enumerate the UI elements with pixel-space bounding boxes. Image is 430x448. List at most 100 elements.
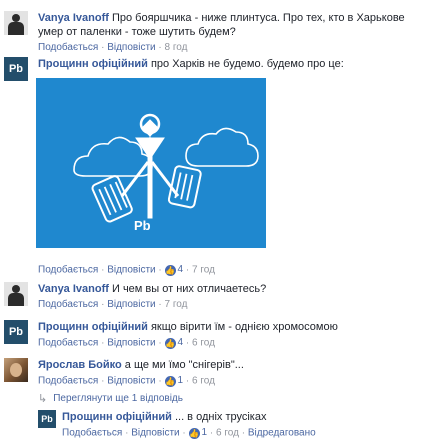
comment-time[interactable]: 6 год — [192, 338, 215, 349]
meta-separator: · — [158, 42, 162, 53]
comment-author[interactable]: Прощинн офіційний — [38, 58, 148, 70]
comment-content: Vanya Ivanoff И чем вы от них отличаетес… — [38, 282, 410, 312]
hand-right-icon — [167, 165, 202, 209]
avatar[interactable] — [4, 282, 28, 306]
comment-text: Ярослав Бойко а ще ми їмо "снігерів"... — [38, 358, 410, 372]
avatar-body — [8, 293, 24, 306]
comment-content: Vanya Ivanoff Про бояршчика - ниже плинт… — [38, 11, 410, 55]
comment-meta: Подобається · Відповісти · 7 год — [38, 298, 410, 312]
reactions[interactable]: 👍 4 — [164, 336, 184, 350]
cloud-right-icon — [185, 127, 259, 167]
like-link[interactable]: Подобається — [38, 376, 98, 387]
avatar-logo-text: Pb — [8, 326, 24, 338]
comment-text: Прощинн офіційний ... в одніх трусіках — [62, 410, 422, 424]
avatar[interactable] — [4, 11, 28, 35]
meta-separator: · — [241, 427, 246, 439]
view-more-replies-label: Переглянути ще 1 відповідь — [53, 393, 183, 404]
view-more-replies-link[interactable]: ↳ Переглянути ще 1 відповідь — [38, 392, 183, 406]
comment-image-attachment[interactable]: Pb — [36, 78, 266, 248]
reaction-count: 1 — [177, 375, 184, 386]
like-icon: 👍 — [164, 337, 176, 349]
comment-content: Ярослав Бойко а ще ми їмо "снігерів"... … — [38, 358, 410, 389]
meta-separator: · — [158, 337, 162, 349]
comment-text: Vanya Ivanoff Про бояршчика - ниже плинт… — [38, 11, 410, 25]
reactions[interactable]: 👍 1 — [164, 374, 184, 388]
like-link[interactable]: Подобається — [38, 265, 98, 276]
comment-body: а ще ми їмо "снігерів"... — [124, 359, 244, 371]
like-link[interactable]: Подобається — [38, 42, 98, 53]
edited-link[interactable]: Відредаговано — [248, 428, 316, 439]
meta-separator: · — [101, 299, 105, 310]
comment-author[interactable]: Ярослав Бойко — [38, 359, 122, 371]
comment-vanya-1: Vanya Ivanoff Про бояршчика - ниже плинт… — [4, 11, 410, 55]
reactions[interactable]: 👍 1 — [188, 426, 208, 440]
meta-separator: · — [158, 264, 162, 276]
avatar[interactable]: Pb — [38, 410, 56, 428]
reply-link[interactable]: Відповісти — [131, 428, 179, 439]
avatar-logo-text: Pb — [8, 63, 24, 75]
comment-text: Vanya Ivanoff И чем вы от них отличаетес… — [38, 282, 410, 296]
avatar-logo-text: Pb — [41, 414, 53, 424]
meta-separator: · — [182, 427, 186, 439]
comment-meta: Подобається · Відповісти · 👍 1 · 6 год ·… — [62, 426, 422, 441]
comment-proshchynn-2: Pb Прощинн офіційний якщо вірити їм - од… — [4, 320, 410, 351]
hand-left-icon — [91, 175, 133, 223]
reply-link[interactable]: Відповісти — [107, 338, 155, 349]
meta-separator: · — [101, 264, 105, 276]
meta-separator: · — [101, 42, 105, 53]
comment-text: Прощинн офіційний про Харків не будемо. … — [38, 57, 410, 71]
tool-icon — [135, 119, 165, 219]
meta-separator: · — [158, 299, 162, 310]
reply-link[interactable]: Відповісти — [107, 42, 155, 53]
comment-time[interactable]: 6 год — [216, 428, 239, 439]
avatar-body — [8, 22, 24, 35]
comment-content: Прощинн офіційний якщо вірити їм - одніє… — [38, 320, 410, 351]
avatar[interactable] — [4, 358, 28, 382]
meta-separator: · — [125, 427, 129, 439]
comment-author[interactable]: Vanya Ivanoff — [38, 12, 109, 24]
like-icon: 👍 — [164, 375, 176, 387]
meta-separator: · — [158, 375, 162, 387]
comment-text-line2: умер от паленки - тоже шутить будем? — [38, 26, 236, 38]
meta-separator: · — [185, 337, 190, 349]
comment-author[interactable]: Прощинн офіційний — [38, 321, 148, 333]
reply-link[interactable]: Відповісти — [107, 299, 155, 310]
comment-meta: Подобається · Відповісти · 👍 4 · 7 год — [38, 263, 215, 278]
avatar-head — [12, 14, 20, 22]
attachment-logo-text: Pb — [134, 218, 151, 233]
avatar[interactable]: Pb — [4, 320, 28, 344]
meta-separator: · — [101, 375, 105, 387]
comment-meta: Подобається · Відповісти · 👍 1 · 6 год — [38, 374, 410, 389]
reaction-count: 1 — [201, 427, 208, 438]
avatar-head — [12, 285, 20, 293]
meta-separator: · — [101, 337, 105, 349]
reaction-count: 4 — [177, 264, 184, 275]
comment-vanya-2: Vanya Ivanoff И чем вы от них отличаетес… — [4, 282, 410, 312]
reaction-count: 4 — [177, 337, 184, 348]
avatar-face — [10, 363, 22, 377]
comment-body: про Харків не будемо. будемо про це: — [150, 58, 344, 70]
like-icon: 👍 — [188, 427, 200, 439]
like-link[interactable]: Подобається — [38, 299, 98, 310]
comment-author[interactable]: Прощинн офіційний — [62, 411, 172, 423]
comment-meta: Подобається · Відповісти · 👍 4 · 6 год — [38, 336, 410, 351]
comment-time[interactable]: 6 год — [192, 376, 215, 387]
like-link[interactable]: Подобається — [62, 428, 122, 439]
comment-time[interactable]: 7 год — [192, 265, 215, 276]
comment-text: Прощинн офіційний якщо вірити їм - одніє… — [38, 320, 410, 334]
meta-separator: · — [185, 375, 190, 387]
like-icon: 👍 — [164, 264, 176, 276]
like-link[interactable]: Подобається — [38, 338, 98, 349]
comment-time[interactable]: 7 год — [165, 299, 188, 310]
avatar[interactable]: Pb — [4, 57, 28, 81]
comment-meta: Подобається · Відповісти · 8 год — [38, 41, 410, 55]
ribbon-left-icon — [120, 161, 150, 197]
reply-link[interactable]: Відповісти — [107, 376, 155, 387]
comment-text-line1: Про бояршчика - ниже плинтуса. Про тех, … — [111, 12, 405, 24]
comment-body: И чем вы от них отличаетесь? — [111, 283, 267, 295]
reply-link[interactable]: Відповісти — [107, 265, 155, 276]
comment-author[interactable]: Vanya Ivanoff — [38, 283, 109, 295]
reply-arrow-icon: ↳ — [38, 393, 48, 405]
reactions[interactable]: 👍 4 — [164, 263, 184, 277]
comment-time[interactable]: 8 год — [165, 42, 188, 53]
